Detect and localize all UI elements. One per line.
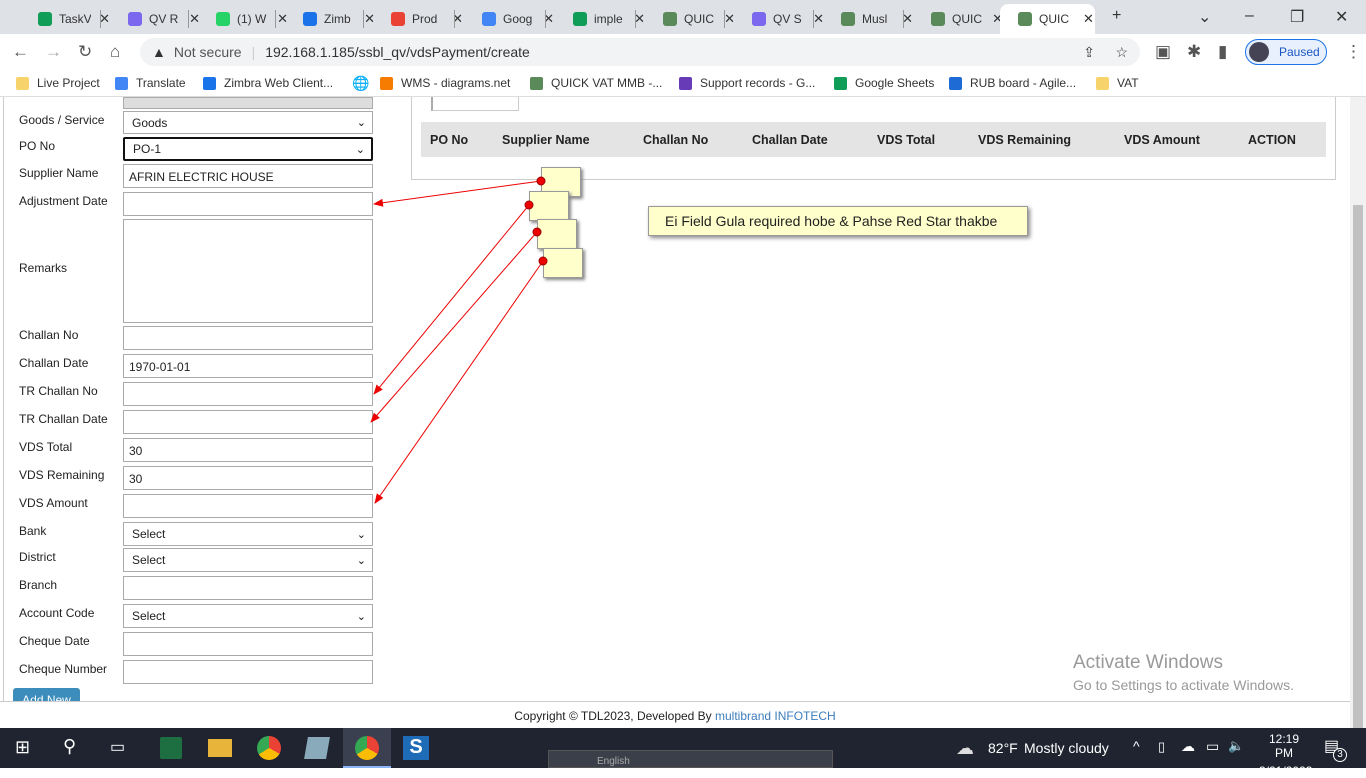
taskbar: ⊞ ⚲ ▭ S English ☁ 82°F Mostly cloudy ^ ▯… [0,728,1366,778]
arrow-vds-amount [374,260,544,504]
clock[interactable]: 12:19 PM 3/21/2023 [1259,732,1313,778]
language-label: English [597,756,630,767]
watermark-subtitle: Go to Settings to activate Windows. [1073,677,1294,693]
search-icon[interactable]: ⚲ [63,736,76,757]
arrow-tr-challan-date [370,231,538,423]
time: 12:19 PM [1268,732,1300,760]
page-scrollbar[interactable] [1350,97,1366,750]
weather-temp[interactable]: 82°F [988,740,1018,756]
skype-icon[interactable]: S [403,736,429,760]
meet-icon[interactable]: ▯ [1158,739,1165,755]
task-view-icon[interactable]: ▭ [110,737,125,757]
file-explorer-icon[interactable] [208,739,232,757]
arrow-adjustment-date [373,180,542,207]
date: 3/21/2023 [1259,764,1313,778]
footer: Copyright © TDL2023, Developed By multib… [0,701,1350,728]
weather-icon: ☁ [956,738,974,758]
chrome-icon [355,736,379,760]
language-bar[interactable]: English [548,750,833,768]
excel-icon[interactable] [160,737,182,759]
volume-icon[interactable]: 🔈 [1228,738,1244,754]
arrow-tr-challan-no [373,204,530,395]
copyright-text: Copyright © TDL2023, Developed By [514,709,716,723]
developer-link[interactable]: multibrand INFOTECH [715,709,836,723]
notification-count: 3 [1333,748,1347,762]
onedrive-icon[interactable]: ☁ [1181,738,1195,755]
start-icon[interactable]: ⊞ [15,737,30,758]
annotation-callout: Ei Field Gula required hobe & Pahse Red … [648,206,1028,236]
chrome-icon[interactable] [257,736,281,760]
weather-text[interactable]: Mostly cloudy [1024,740,1109,756]
app-icon[interactable] [304,737,330,759]
chevron-up-icon[interactable]: ^ [1133,738,1140,754]
activate-windows-watermark: Activate Windows Go to Settings to activ… [1073,652,1294,693]
chrome-active-button[interactable] [343,728,391,768]
watermark-title: Activate Windows [1073,652,1223,673]
scrollbar-thumb[interactable] [1353,205,1363,750]
battery-icon[interactable]: ▭ [1206,738,1219,755]
